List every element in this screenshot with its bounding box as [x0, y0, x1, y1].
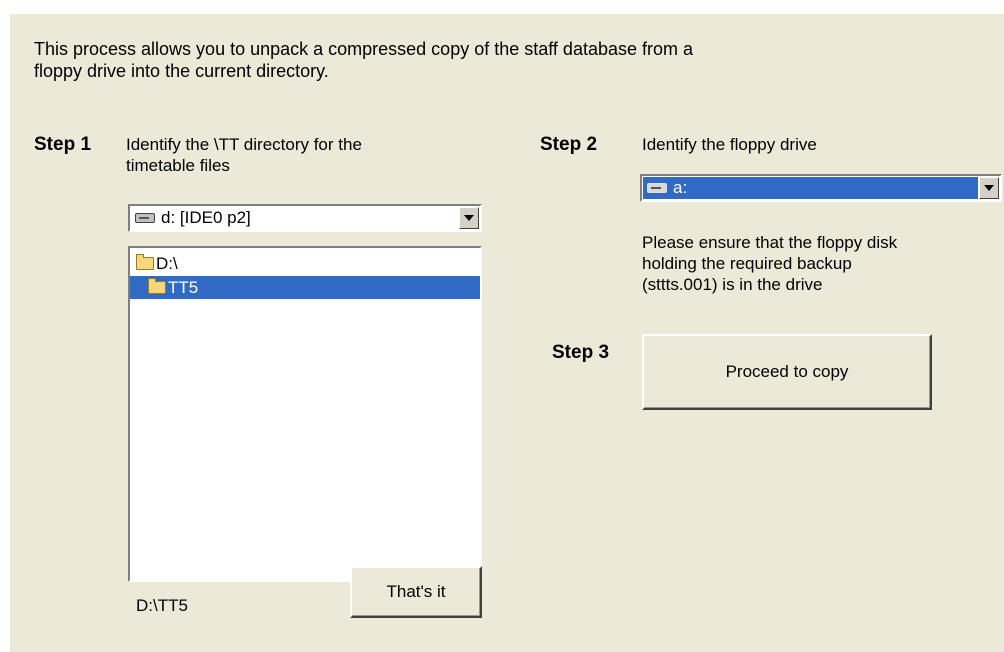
floppy-dropdown-button[interactable] — [979, 177, 999, 199]
step-1-line-1: Identify the \TT directory for the — [126, 135, 362, 154]
intro-text: This process allows you to unpack a comp… — [34, 38, 854, 82]
step-1-label: Step 1 — [34, 134, 92, 155]
step-3-label: Step 3 — [552, 342, 610, 363]
directory-item-tt5[interactable]: TT5 — [130, 276, 480, 299]
floppy-drive-select-value: a: — [643, 177, 978, 199]
floppy-disk-note: Please ensure that the floppy disk holdi… — [642, 232, 897, 295]
directory-item-label: D:\ — [156, 253, 178, 273]
floppy-drive-select-label: a: — [673, 178, 688, 197]
floppy-drive-icon — [647, 183, 667, 193]
current-path-label: D:\TT5 — [136, 596, 188, 615]
drive-select[interactable]: d: [IDE0 p2] — [128, 204, 482, 232]
directory-item-label: TT5 — [168, 277, 199, 297]
floppy-note-line-3: (sttts.001) is in the drive — [642, 275, 823, 294]
drive-dropdown-button[interactable] — [459, 207, 479, 229]
intro-line-2: floppy drive into the current directory. — [34, 61, 329, 81]
directory-item-root[interactable]: D:\ — [130, 252, 480, 275]
thats-it-button[interactable]: That's it — [350, 566, 482, 618]
step-2-label: Step 2 — [540, 134, 598, 155]
step-1-line-2: timetable files — [126, 156, 230, 175]
directory-list[interactable]: D:\ TT5 — [128, 246, 482, 582]
floppy-note-line-2: holding the required backup — [642, 254, 852, 273]
drive-select-label: d: [IDE0 p2] — [161, 208, 251, 227]
step-2-instructions: Identify the floppy drive — [642, 135, 817, 154]
title-bar-fragment — [30, 0, 620, 12]
hard-drive-icon — [135, 213, 155, 223]
intro-line-1: This process allows you to unpack a comp… — [34, 39, 694, 59]
floppy-note-line-1: Please ensure that the floppy disk — [642, 233, 898, 252]
open-folder-icon — [136, 254, 154, 270]
proceed-to-copy-button[interactable]: Proceed to copy — [642, 334, 932, 410]
floppy-drive-select[interactable]: a: — [640, 174, 1002, 202]
open-folder-icon — [148, 278, 166, 294]
drive-select-value: d: [IDE0 p2] — [131, 207, 458, 229]
chevron-down-icon — [464, 215, 474, 221]
chevron-down-icon — [984, 185, 994, 191]
step-1-instructions: Identify the \TT directory for the timet… — [126, 134, 362, 176]
